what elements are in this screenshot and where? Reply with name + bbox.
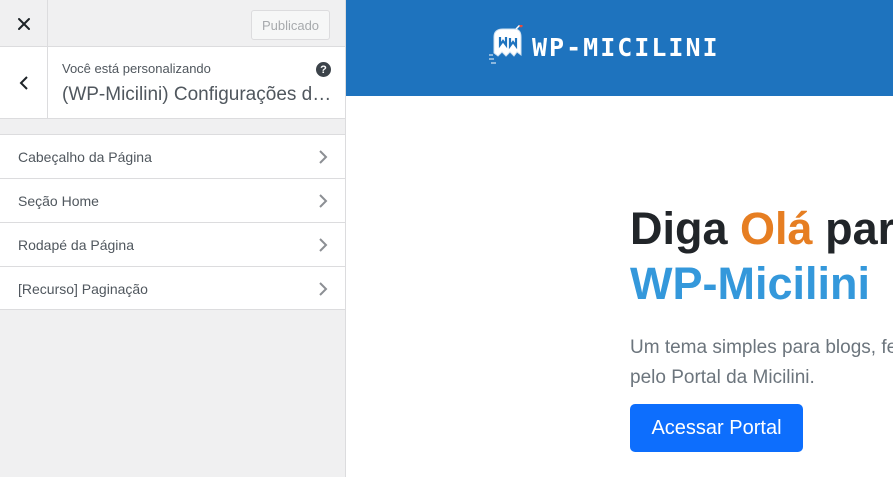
site-preview: WP-MICILINI Diga Olá para o WP-Micilini … bbox=[346, 0, 893, 477]
publish-button[interactable]: Publicado bbox=[251, 10, 330, 40]
customizer-topbar: Publicado bbox=[0, 0, 345, 47]
hero-description: Um tema simples para blogs, feito pelo P… bbox=[630, 337, 893, 388]
close-button[interactable] bbox=[0, 0, 48, 47]
hero-heading-line1: Diga Olá para o bbox=[630, 203, 893, 254]
customizer-sidebar: Publicado Você está personalizando (WP-M… bbox=[0, 0, 346, 477]
menu-item-label: Rodapé da Página bbox=[18, 237, 134, 253]
chevron-right-icon bbox=[319, 194, 328, 208]
chevron-right-icon bbox=[319, 150, 328, 164]
menu-item-label: Cabeçalho da Página bbox=[18, 149, 152, 165]
menu-item-label: [Recurso] Paginação bbox=[18, 281, 148, 297]
section-title: (WP-Micilini) Configurações do Tema bbox=[62, 84, 337, 105]
chevron-right-icon bbox=[319, 282, 328, 296]
menu-item-cabecalho[interactable]: Cabeçalho da Página bbox=[0, 134, 345, 178]
menu-item-rodape[interactable]: Rodapé da Página bbox=[0, 222, 345, 266]
chevron-right-icon bbox=[319, 238, 328, 252]
back-button[interactable] bbox=[0, 47, 48, 118]
menu-item-secao-home[interactable]: Seção Home bbox=[0, 178, 345, 222]
menu-item-paginacao[interactable]: [Recurso] Paginação bbox=[0, 266, 345, 310]
section-menu: Cabeçalho da Página Seção Home Rodapé da… bbox=[0, 134, 345, 310]
hero-heading-line2: WP-Micilini bbox=[630, 258, 870, 309]
close-icon bbox=[17, 17, 30, 30]
site-header: WP-MICILINI bbox=[346, 0, 893, 96]
access-portal-button[interactable]: Acessar Portal bbox=[630, 404, 803, 452]
ghost-logo-icon bbox=[489, 25, 523, 64]
chevron-left-icon bbox=[19, 75, 28, 90]
logo-text[interactable]: WP-MICILINI bbox=[532, 33, 720, 62]
section-gap bbox=[0, 119, 345, 134]
section-info: Você está personalizando (WP-Micilini) C… bbox=[0, 47, 345, 119]
customizing-label: Você está personalizando bbox=[62, 61, 211, 76]
menu-item-label: Seção Home bbox=[18, 193, 99, 209]
help-icon[interactable]: ? bbox=[316, 62, 331, 77]
hero-accent-word: Olá bbox=[740, 203, 813, 254]
